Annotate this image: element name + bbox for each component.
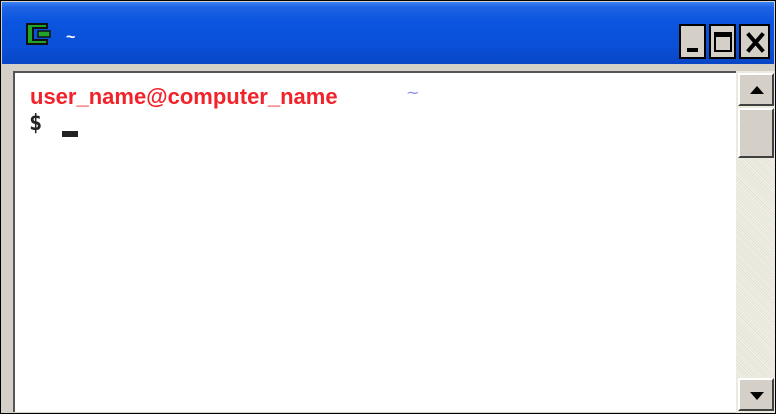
arrow-down-icon: [750, 392, 764, 400]
maximize-icon: [714, 32, 732, 52]
arrow-up-icon: [750, 86, 764, 94]
scroll-up-button[interactable]: [738, 73, 774, 106]
text-cursor: [62, 131, 78, 137]
close-button[interactable]: [739, 24, 770, 59]
minimize-button[interactable]: [679, 24, 706, 59]
prompt-symbol: $: [29, 111, 43, 136]
user-host-label: user_name@computer_name: [30, 84, 338, 109]
terminal-window: ~ user_name@computer_name ~ $: [0, 0, 776, 414]
close-icon: [746, 32, 765, 53]
minimize-icon: [687, 48, 698, 52]
scroll-thumb[interactable]: [738, 108, 774, 158]
window-title: ~: [66, 29, 76, 46]
title-bar[interactable]: ~: [2, 2, 774, 64]
maximize-button[interactable]: [709, 24, 736, 59]
vertical-scrollbar[interactable]: [736, 71, 775, 413]
terminal-output[interactable]: user_name@computer_name ~ $: [13, 71, 736, 412]
current-directory: ~: [406, 83, 420, 102]
cygwin-icon[interactable]: [24, 21, 54, 47]
scroll-down-button[interactable]: [738, 378, 774, 411]
